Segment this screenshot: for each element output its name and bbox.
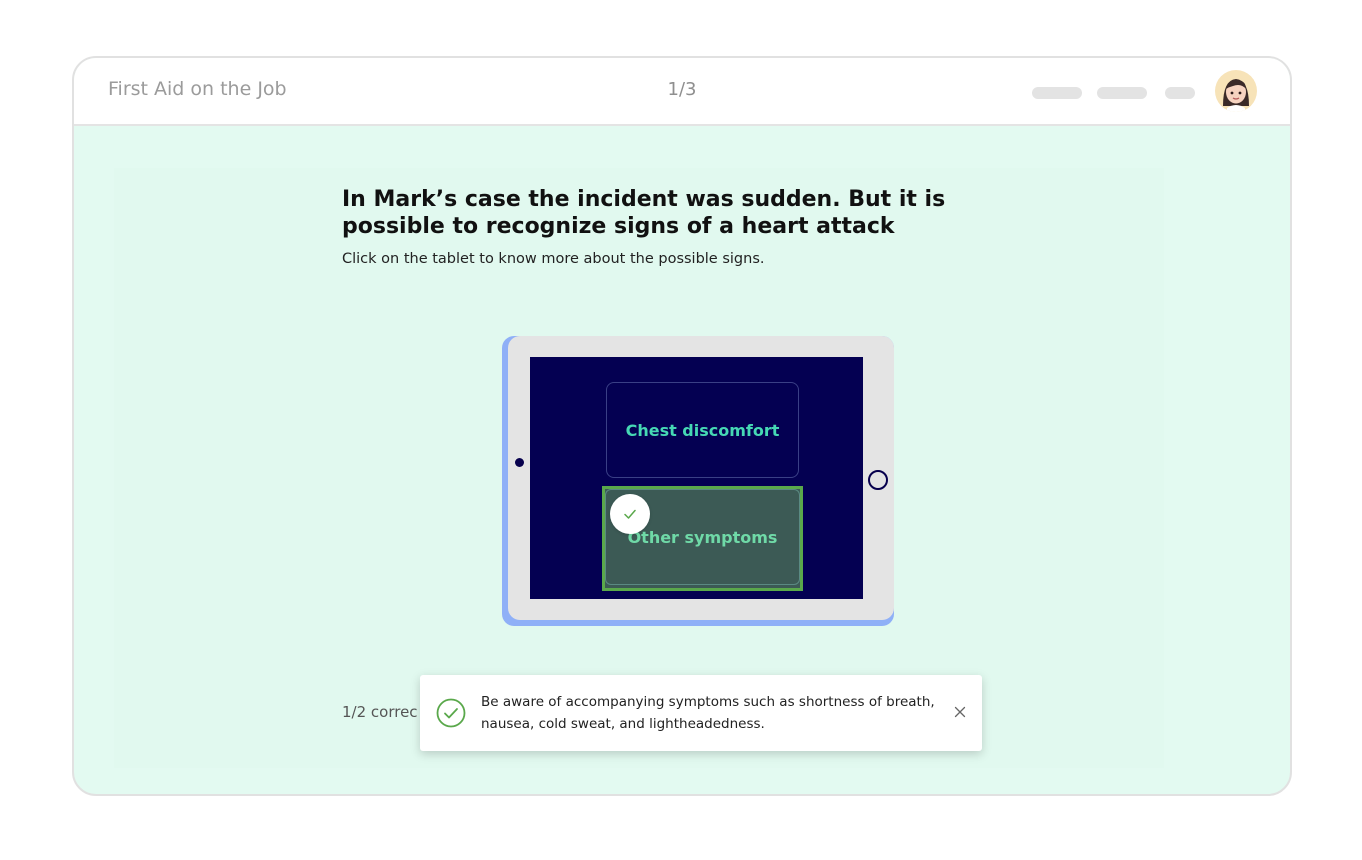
instruction-text: Click on the tablet to know more about t…	[342, 251, 765, 267]
menu-placeholder-1	[1032, 87, 1082, 99]
avatar-face-icon	[1223, 79, 1249, 112]
tablet-camera	[515, 458, 524, 467]
menu-placeholder-3	[1165, 87, 1195, 99]
check-circle-icon	[436, 698, 466, 728]
tablet-screen: Chest discomfort Other symptoms	[530, 357, 863, 599]
menu-placeholder-2	[1097, 87, 1147, 99]
selected-check-badge	[610, 494, 650, 534]
check-icon	[624, 509, 636, 519]
top-bar: First Aid on the Job 1/3	[74, 58, 1290, 126]
question-heading: In Mark’s case the incident was sudden. …	[342, 187, 946, 239]
close-icon[interactable]	[952, 704, 968, 720]
tablet-home-button[interactable]	[868, 470, 888, 490]
card-chest-discomfort[interactable]: Chest discomfort	[606, 382, 799, 478]
avatar[interactable]	[1215, 70, 1257, 112]
toast-message: Be aware of accompanying symptoms such a…	[481, 694, 935, 732]
feedback-toast: Be aware of accompanying symptoms such a…	[420, 675, 982, 751]
progress-text: 1/2 correc	[342, 703, 418, 721]
course-window: First Aid on the Job 1/3 In Mark’s case …	[72, 56, 1292, 796]
